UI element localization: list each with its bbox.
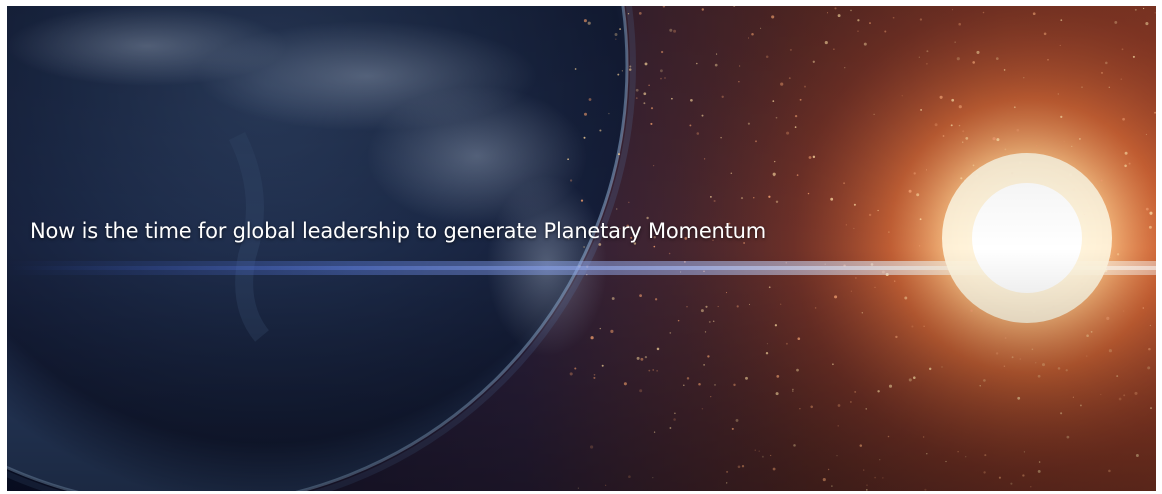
hero-headline: Now is the time for global leadership to… bbox=[30, 219, 767, 243]
space-scene-image bbox=[7, 6, 1156, 491]
hero-banner: Now is the time for global leadership to… bbox=[7, 6, 1156, 491]
